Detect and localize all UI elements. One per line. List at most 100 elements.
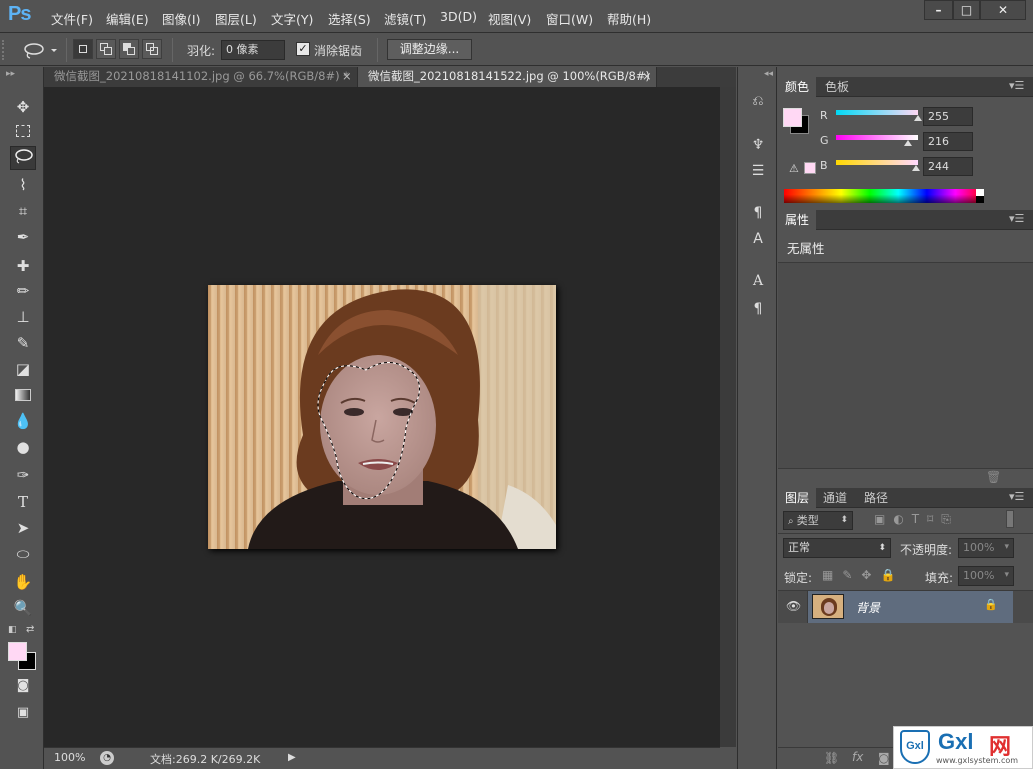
layer-row[interactable]: 背景 🔒	[808, 591, 1013, 623]
gamut-color-swatch[interactable]	[804, 162, 816, 174]
gamut-warning-icon[interactable]: ⚠	[789, 162, 799, 175]
add-mask-icon[interactable]: ◙	[878, 751, 890, 765]
collapse-tools-icon[interactable]: ▸▸	[6, 69, 15, 79]
g-slider-thumb[interactable]	[904, 140, 912, 146]
feather-input[interactable]: 0 像素	[221, 40, 285, 60]
move-tool-icon[interactable]: ✥	[10, 95, 36, 119]
menu-edit[interactable]: 编辑(E)	[106, 9, 149, 28]
b-value-input[interactable]: 244	[923, 157, 973, 176]
panel-menu-icon[interactable]: ▾☰	[1009, 212, 1024, 225]
filter-toggle[interactable]	[1006, 510, 1014, 528]
eyedropper-tool-icon[interactable]: ✒	[10, 225, 36, 249]
history-panel-icon[interactable]: ⎌	[746, 89, 770, 113]
status-menu-arrow-icon[interactable]: ▶	[288, 752, 296, 763]
grip-handle[interactable]	[2, 40, 8, 60]
layer-filter-select[interactable]: ⌕ 类型 ⬍	[783, 511, 853, 530]
tab-layers[interactable]: 图层	[778, 488, 817, 508]
layer-visibility-toggle[interactable]: 👁	[778, 591, 808, 623]
tab-close-icon[interactable]: ×	[342, 67, 352, 86]
dodge-tool-icon[interactable]: ●	[10, 435, 36, 459]
paragraph-styles-panel-icon[interactable]: ¶	[746, 201, 770, 225]
tab-properties[interactable]: 属性	[778, 210, 817, 230]
menu-help[interactable]: 帮助(H)	[607, 9, 651, 28]
screen-mode-icon[interactable]: ▣	[10, 701, 36, 725]
blur-tool-icon[interactable]: 💧	[10, 409, 36, 433]
paragraph-panel-icon[interactable]: ¶	[746, 297, 770, 321]
fill-input[interactable]: 100% ▾	[958, 566, 1014, 586]
menu-file[interactable]: 文件(F)	[51, 9, 93, 28]
quick-selection-tool-icon[interactable]: ⌇	[10, 173, 36, 197]
tab-document-1[interactable]: 微信截图_20210818141102.jpg @ 66.7%(RGB/8#) …	[44, 67, 356, 87]
maximize-button[interactable]: □	[953, 0, 980, 20]
swap-colors-icon[interactable]: ⇄	[26, 624, 34, 635]
marquee-tool-icon[interactable]	[10, 120, 36, 144]
hand-tool-icon[interactable]: ✋	[10, 570, 36, 594]
subtract-selection-button[interactable]	[119, 39, 139, 59]
r-slider[interactable]	[836, 110, 918, 115]
path-selection-tool-icon[interactable]: ➤	[10, 516, 36, 540]
b-slider[interactable]	[836, 160, 918, 165]
character-styles-panel-icon[interactable]: A	[746, 227, 770, 251]
opacity-input[interactable]: 100% ▾	[958, 538, 1014, 558]
crop-tool-icon[interactable]: ⌗	[10, 199, 36, 223]
brush-tool-icon[interactable]: ✏	[10, 279, 36, 303]
tab-close-icon[interactable]: ×	[642, 67, 652, 86]
minimize-button[interactable]: –	[924, 0, 953, 20]
zoom-level[interactable]: 100%	[54, 751, 85, 764]
fx-icon[interactable]: fx	[852, 750, 863, 764]
brush-presets-panel-icon[interactable]: ♆	[746, 133, 770, 157]
new-selection-button[interactable]	[73, 39, 93, 59]
zoom-tool-icon[interactable]: 🔍	[10, 596, 36, 620]
menu-window[interactable]: 窗口(W)	[546, 9, 593, 28]
default-colors-icon[interactable]: ◧	[8, 625, 17, 635]
clone-stamp-tool-icon[interactable]: ⊥	[10, 305, 36, 329]
panel-menu-icon[interactable]: ▾☰	[1009, 490, 1024, 503]
layer-name[interactable]: 背景	[856, 599, 880, 616]
color-foreground-swatch[interactable]	[783, 108, 802, 127]
menu-3d[interactable]: 3D(D)	[440, 9, 477, 24]
blend-mode-select[interactable]: 正常 ⬍	[783, 538, 891, 558]
document-image[interactable]	[208, 285, 556, 549]
tab-color[interactable]: 颜色	[778, 77, 817, 97]
tab-swatches[interactable]: 色板	[818, 77, 856, 97]
foreground-color-swatch[interactable]	[8, 642, 27, 661]
lasso-tool-icon[interactable]	[10, 146, 36, 170]
expand-dock-icon[interactable]: ◂◂	[764, 69, 773, 79]
link-layers-icon[interactable]: ⛓	[824, 751, 839, 765]
b-slider-thumb[interactable]	[912, 165, 920, 171]
gradient-tool-icon[interactable]	[10, 383, 36, 407]
layer-filter-icons[interactable]: ▣◐T⌑⎘	[874, 512, 959, 527]
lock-options-icons[interactable]: ▦✎✥🔒	[822, 568, 904, 582]
close-window-button[interactable]: ✕	[980, 0, 1026, 20]
character-panel-icon[interactable]: A	[746, 269, 770, 293]
antialias-checkbox[interactable]: ✓	[296, 42, 310, 56]
menu-filter[interactable]: 滤镜(T)	[384, 9, 426, 28]
pen-tool-icon[interactable]: ✑	[10, 463, 36, 487]
type-tool-icon[interactable]: T	[10, 490, 36, 514]
quick-mask-icon[interactable]: ◙	[10, 674, 36, 698]
menu-select[interactable]: 选择(S)	[328, 9, 371, 28]
menu-image[interactable]: 图像(I)	[162, 9, 200, 28]
canvas-vertical-scrollbar[interactable]	[720, 87, 736, 747]
adjustments-panel-icon[interactable]: ☰	[746, 159, 770, 183]
color-spectrum-ramp[interactable]	[784, 189, 984, 203]
panel-menu-icon[interactable]: ▾☰	[1009, 79, 1024, 92]
canvas-area[interactable]	[44, 87, 720, 747]
tab-document-2[interactable]: 微信截图_20210818141522.jpg @ 100%(RGB/8#) ×	[357, 67, 657, 87]
tab-paths[interactable]: 路径	[857, 488, 895, 508]
healing-brush-tool-icon[interactable]: ✚	[10, 254, 36, 278]
intersect-selection-button[interactable]	[142, 39, 162, 59]
ellipse-tool-icon[interactable]: ⬭	[10, 542, 36, 566]
add-selection-button[interactable]	[96, 39, 116, 59]
eraser-tool-icon[interactable]: ◪	[10, 357, 36, 381]
tab-channels[interactable]: 通道	[816, 488, 854, 508]
menu-type[interactable]: 文字(Y)	[271, 9, 313, 28]
history-brush-tool-icon[interactable]: ✎	[10, 331, 36, 355]
r-value-input[interactable]: 255	[923, 107, 973, 126]
refine-edge-button[interactable]: 调整边缘...	[387, 39, 472, 60]
status-info-icon[interactable]: ◔	[100, 751, 114, 765]
tool-preset-picker[interactable]	[20, 40, 60, 60]
trash-icon[interactable]: 🗑	[986, 470, 1001, 484]
menu-layer[interactable]: 图层(L)	[215, 9, 257, 28]
g-value-input[interactable]: 216	[923, 132, 973, 151]
